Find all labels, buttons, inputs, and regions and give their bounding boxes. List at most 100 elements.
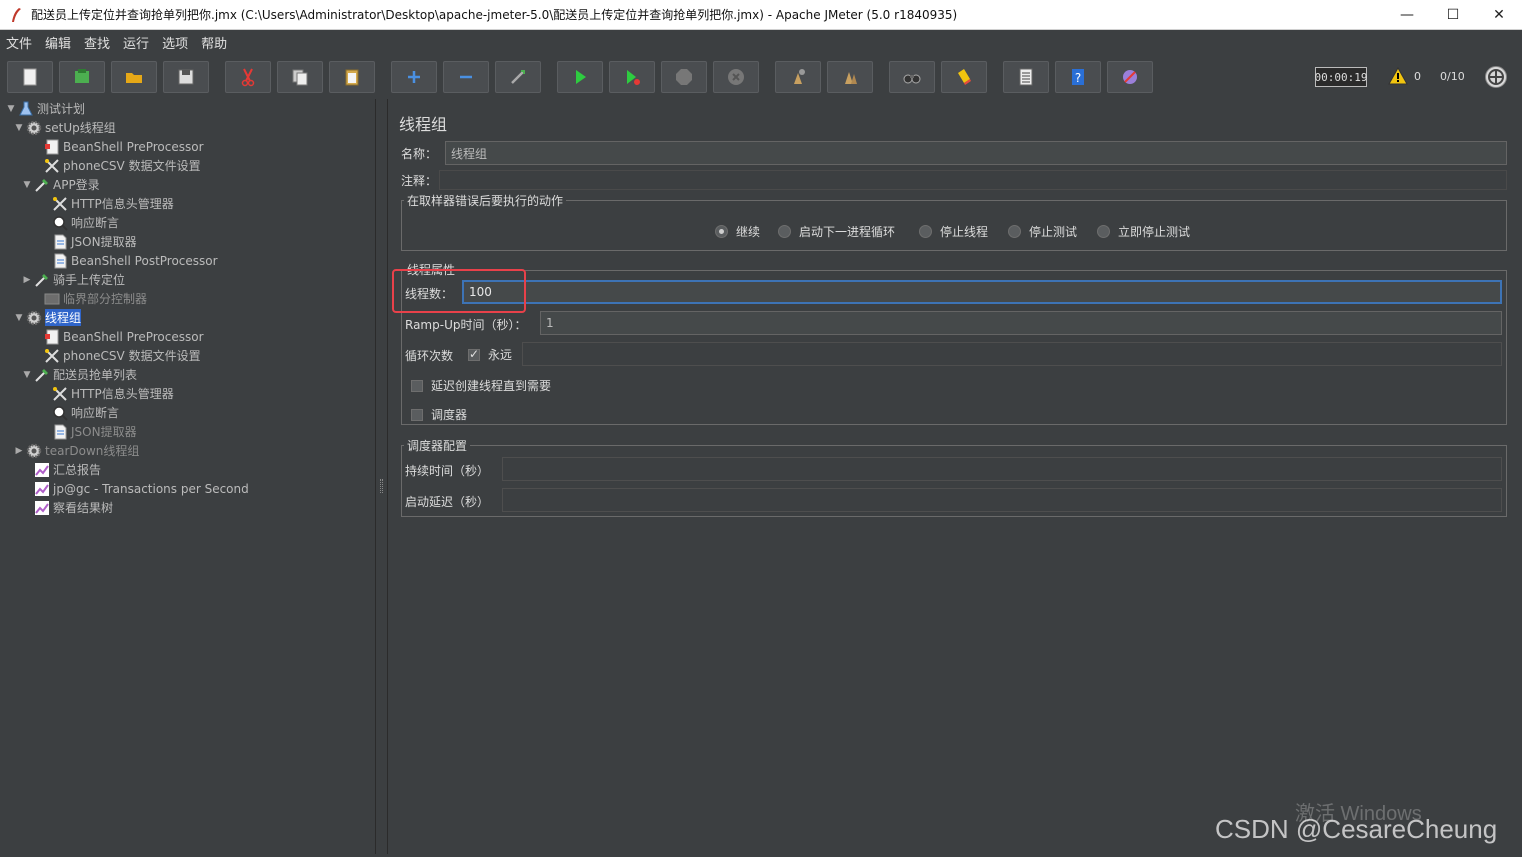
copy-button[interactable] — [277, 61, 323, 93]
duration-input[interactable] — [502, 457, 1502, 481]
new-button[interactable] — [7, 61, 53, 93]
tree-expand-toggle-icon[interactable]: ▶ — [14, 446, 24, 456]
checkbox-box[interactable] — [411, 379, 423, 392]
loop-count-input[interactable] — [522, 342, 1502, 366]
chart-icon — [34, 481, 50, 497]
help-button[interactable]: ? — [1055, 61, 1101, 93]
tree-expand-toggle-icon[interactable]: ▶ — [22, 275, 32, 285]
name-field[interactable]: 线程组 — [445, 141, 1507, 165]
tree-node[interactable]: 临界部分控制器 — [32, 289, 147, 308]
tree-node[interactable]: ▼ setUp线程组 — [14, 118, 116, 137]
tree-expand-toggle-icon[interactable]: ▼ — [22, 370, 32, 380]
stop-button[interactable] — [661, 61, 707, 93]
splitter-grip[interactable] — [380, 479, 383, 493]
tree-node-label: 测试计划 — [37, 102, 86, 116]
expand-all-button[interactable] — [391, 61, 437, 93]
comment-field[interactable] — [439, 170, 1507, 190]
checkbox-box[interactable] — [411, 408, 423, 421]
copy-icon — [292, 69, 308, 86]
start-no-pauses-button[interactable] — [609, 61, 655, 93]
open-button[interactable] — [111, 61, 157, 93]
tree-node-label: HTTP信息头管理器 — [71, 387, 174, 401]
tree-expand-toggle-icon[interactable]: ▼ — [14, 123, 24, 133]
tree-node[interactable]: 察看结果树 — [22, 498, 113, 517]
tree-node[interactable]: ▶ tearDown线程组 — [14, 441, 139, 460]
tree-node-label: 线程组 — [45, 309, 82, 326]
radio-stop-test[interactable]: 停止测试 — [1008, 223, 1077, 240]
radio-dot[interactable] — [919, 225, 932, 238]
tree-node[interactable]: BeanShell PreProcessor — [32, 137, 204, 156]
menu-search[interactable]: 查找 — [84, 33, 110, 52]
radio-continue[interactable]: 继续 — [715, 223, 760, 240]
pane-splitter[interactable] — [377, 99, 386, 854]
menu-options[interactable]: 选项 — [162, 33, 188, 52]
menu-help[interactable]: 帮助 — [201, 33, 227, 52]
radio-dot[interactable] — [778, 225, 791, 238]
tree-node[interactable]: 响应断言 — [40, 403, 119, 422]
radio-dot[interactable] — [715, 225, 728, 238]
clear-all-button[interactable] — [827, 61, 873, 93]
close-button[interactable]: ✕ — [1476, 0, 1522, 30]
scheduler-checkbox[interactable]: 调度器 — [411, 406, 467, 423]
radio-dot[interactable] — [1097, 225, 1110, 238]
radio-dot[interactable] — [1008, 225, 1021, 238]
tree-node[interactable]: ▶ 骑手上传定位 — [22, 270, 125, 289]
tree-node[interactable]: JSON提取器 — [40, 232, 137, 251]
tree-node-label: setUp线程组 — [45, 121, 116, 135]
reset-search-button[interactable] — [941, 61, 987, 93]
tree-expand-toggle-icon[interactable]: ▼ — [22, 180, 32, 190]
forever-checkbox[interactable]: 永远 — [468, 346, 512, 363]
checkbox-box[interactable] — [468, 347, 480, 361]
tree-node[interactable]: 响应断言 — [40, 213, 119, 232]
start-button[interactable] — [557, 61, 603, 93]
play-icon — [576, 70, 586, 84]
tree-expand-toggle-icon[interactable]: ▼ — [6, 104, 16, 114]
delay-thread-creation-checkbox[interactable]: 延迟创建线程直到需要 — [411, 377, 551, 394]
tree-node[interactable]: ▼ APP登录 — [22, 175, 100, 194]
menu-file[interactable]: 文件 — [6, 33, 32, 52]
csdn-watermark: CSDN @CesareCheung — [1215, 814, 1498, 844]
warning-icon[interactable] — [1388, 67, 1408, 85]
scheduler-label: 调度器 — [431, 408, 468, 422]
radio-stop-thread[interactable]: 停止线程 — [919, 223, 988, 240]
startup-delay-input[interactable] — [502, 488, 1502, 512]
threads-count-input[interactable]: 100 — [462, 280, 1502, 304]
tree-node[interactable]: ▼ 线程组 — [14, 308, 82, 327]
menu-edit[interactable]: 编辑 — [45, 33, 71, 52]
test-plan-tree: ▼ 测试计划 ▼ setUp线程组 BeanShell PreProcessor phon… — [4, 99, 376, 854]
collapse-all-button[interactable] — [443, 61, 489, 93]
tree-node[interactable]: HTTP信息头管理器 — [40, 194, 174, 213]
maximize-button[interactable]: ☐ — [1430, 0, 1476, 30]
search-button[interactable] — [889, 61, 935, 93]
tree-node[interactable]: 汇总报告 — [22, 460, 101, 479]
paste-button[interactable] — [329, 61, 375, 93]
tree-node-label: jp@gc - Transactions per Second — [53, 481, 249, 496]
menu-run[interactable]: 运行 — [123, 33, 149, 52]
tree-node[interactable]: phoneCSV 数据文件设置 — [32, 156, 201, 175]
radio-start-next-loop[interactable]: 启动下一进程循环 — [778, 223, 895, 240]
minimize-button[interactable]: — — [1384, 0, 1430, 30]
tree-node[interactable]: BeanShell PreProcessor — [32, 327, 204, 346]
toggle-button[interactable] — [495, 61, 541, 93]
cut-button[interactable] — [225, 61, 271, 93]
tree-node[interactable]: jp@gc - Transactions per Second — [22, 479, 249, 498]
comment-label: 注释： — [401, 174, 438, 188]
clear-button[interactable] — [775, 61, 821, 93]
doc-icon — [52, 234, 68, 250]
window-title: 配送员上传定位并查询抢单列把你.jmx (C:\Users\Administra… — [31, 8, 958, 22]
tree-node[interactable]: JSON提取器 — [40, 422, 137, 441]
remote-status-globe-icon[interactable] — [1485, 66, 1507, 88]
tree-node[interactable]: BeanShell PostProcessor — [40, 251, 218, 270]
radio-stop-test-now[interactable]: 立即停止测试 — [1097, 223, 1190, 240]
tree-node[interactable]: HTTP信息头管理器 — [40, 384, 174, 403]
tree-expand-toggle-icon[interactable]: ▼ — [14, 313, 24, 323]
remote-button[interactable] — [1107, 61, 1153, 93]
templates-button[interactable] — [59, 61, 105, 93]
tree-node[interactable]: ▼ 配送员抢单列表 — [22, 365, 137, 384]
shutdown-button[interactable] — [713, 61, 759, 93]
function-helper-button[interactable] — [1003, 61, 1049, 93]
save-button[interactable] — [163, 61, 209, 93]
rampup-input[interactable]: 1 — [540, 311, 1502, 335]
tree-node[interactable]: ▼ 测试计划 — [6, 99, 85, 118]
tree-node[interactable]: phoneCSV 数据文件设置 — [32, 346, 201, 365]
